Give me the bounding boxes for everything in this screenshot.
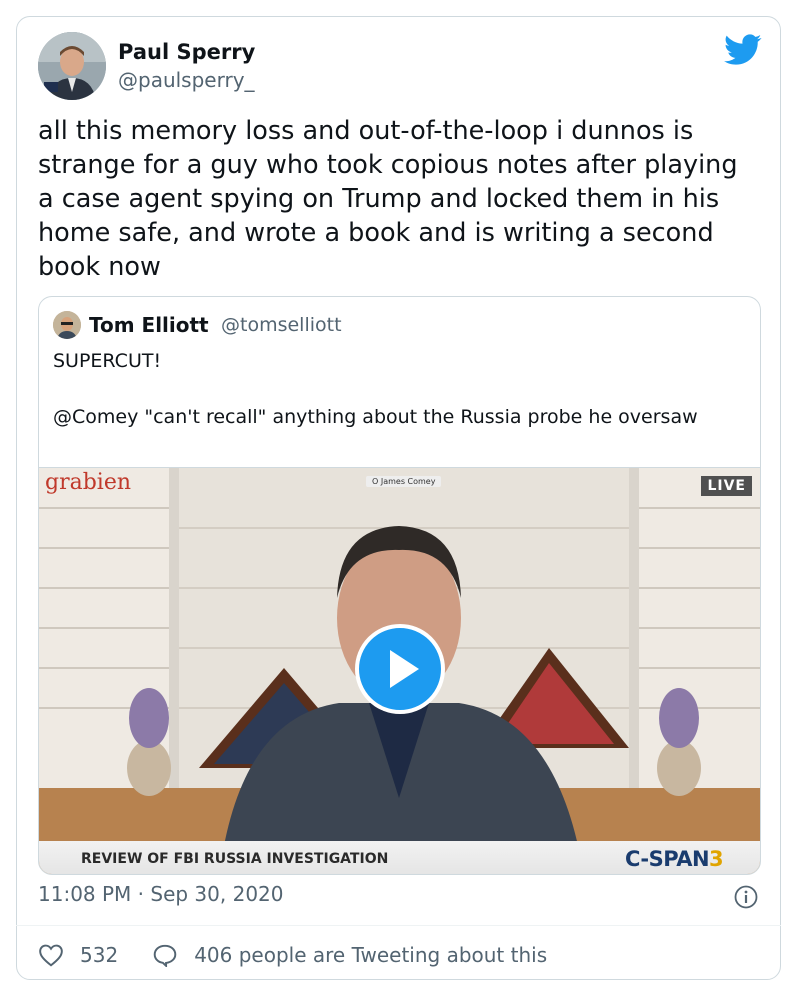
lower-third-banner: REVIEW OF FBI RUSSIA INVESTIGATION C-SPA… [39,841,760,874]
cspan-logo-text: C-SPAN [625,847,710,871]
grabien-watermark: grabien [45,470,132,495]
engagement-bar: 532 406 people are Tweeting about this [38,940,547,970]
quoted-author-handle: @tomselliott [221,314,342,336]
speaker-name-tag: O James Comey [366,476,442,487]
quoted-text: SUPERCUT! @Comey "can't recall" anything… [53,347,743,431]
quoted-author-avatar [53,311,81,339]
author-name[interactable]: Paul Sperry [118,40,255,64]
heart-icon [39,944,63,967]
play-icon [390,650,419,688]
tweeting-about-text: 406 people are Tweeting about this [194,943,548,967]
tweet-timestamp[interactable]: 11:08 PM · Sep 30, 2020 [38,882,284,906]
divider [16,925,781,926]
author-avatar[interactable] [38,32,106,100]
play-button[interactable] [355,624,445,714]
info-icon[interactable] [734,885,758,909]
like-button[interactable]: 532 [38,943,118,967]
cspan-logo: C-SPAN3 [625,847,724,871]
quoted-author-name: Tom Elliott [89,313,209,337]
live-badge: LIVE [701,476,752,496]
like-count: 532 [80,943,119,967]
tweet-text: all this memory loss and out-of-the-loop… [38,116,738,282]
quoted-text-line1: SUPERCUT! [53,350,162,372]
tweeting-about-link[interactable]: 406 people are Tweeting about this [152,943,547,967]
cspan-logo-number: 3 [709,847,724,871]
twitter-bird-icon[interactable] [724,34,762,66]
author-handle[interactable]: @paulsperry_ [118,68,255,92]
video-player[interactable]: grabien O James Comey LIVE REVIEW OF FBI… [39,467,760,874]
reply-bubble-icon [153,944,177,967]
quoted-text-line2: @Comey "can't recall" anything about the… [53,406,698,428]
quoted-tweet[interactable]: Tom Elliott @tomselliott SUPERCUT! @Come… [38,296,761,875]
lower-third-text: REVIEW OF FBI RUSSIA INVESTIGATION [81,851,389,867]
